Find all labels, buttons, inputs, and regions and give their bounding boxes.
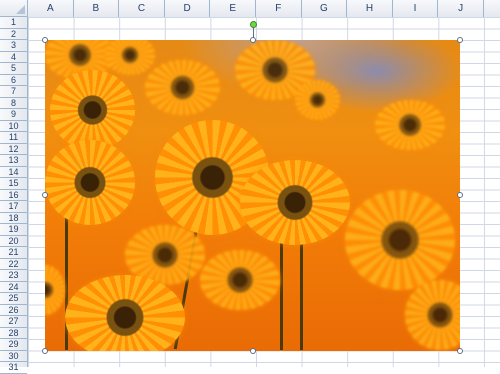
rotate-handle[interactable] xyxy=(250,21,257,28)
column-header-a[interactable]: A xyxy=(28,0,74,17)
row-header-25[interactable]: 25 xyxy=(0,293,27,305)
row-header-12[interactable]: 12 xyxy=(0,144,27,155)
column-header-d[interactable]: D xyxy=(165,0,211,17)
row-header-24[interactable]: 24 xyxy=(0,282,27,293)
resize-handle-top[interactable] xyxy=(250,37,256,43)
row-header-9[interactable]: 9 xyxy=(0,109,27,121)
row-header-15[interactable]: 15 xyxy=(0,178,27,190)
flower-icon xyxy=(145,60,220,115)
row-header-14[interactable]: 14 xyxy=(0,167,27,178)
flower-icon xyxy=(240,160,350,245)
inserted-picture[interactable] xyxy=(45,40,460,351)
row-header-20[interactable]: 20 xyxy=(0,236,27,247)
row-header-5[interactable]: 5 xyxy=(0,63,27,75)
select-all-corner[interactable] xyxy=(0,0,28,17)
flower-icon xyxy=(405,280,460,350)
column-header-f[interactable]: F xyxy=(256,0,302,17)
spreadsheet[interactable]: ABCDEFGHIJ 1 2 3 4 5 6 7 8 9 10 11 12 13 14 15 16 17 18 19… xyxy=(0,0,500,374)
row-header-27[interactable]: 27 xyxy=(0,316,27,328)
flower-icon xyxy=(50,70,135,150)
row-header-19[interactable]: 19 xyxy=(0,224,27,236)
row-header-7[interactable]: 7 xyxy=(0,86,27,98)
resize-handle-bottom[interactable] xyxy=(250,348,256,354)
column-header-b[interactable]: B xyxy=(74,0,120,17)
flower-icon xyxy=(105,40,155,75)
resize-handle-top-left[interactable] xyxy=(42,37,48,43)
flower-icon xyxy=(375,100,445,150)
column-header-e[interactable]: E xyxy=(210,0,256,17)
row-header-3[interactable]: 3 xyxy=(0,40,27,52)
row-header-13[interactable]: 13 xyxy=(0,155,27,167)
row-header-26[interactable]: 26 xyxy=(0,305,27,316)
row-header-11[interactable]: 11 xyxy=(0,132,27,144)
column-header-c[interactable]: C xyxy=(119,0,165,17)
flower-icon xyxy=(200,250,280,310)
flower-stem xyxy=(300,235,303,350)
row-header-6[interactable]: 6 xyxy=(0,75,27,86)
row-header-2[interactable]: 2 xyxy=(0,29,27,40)
row-header-30[interactable]: 30 xyxy=(0,351,27,362)
row-header-bar: 1 2 3 4 5 6 7 8 9 10 11 12 13 14 15 16 17 18 19 20 21 22 23 24 2… xyxy=(0,17,28,374)
flower-icon xyxy=(345,190,455,290)
flower-icon xyxy=(295,80,340,120)
row-header-23[interactable]: 23 xyxy=(0,270,27,282)
row-header-4[interactable]: 4 xyxy=(0,52,27,63)
row-header-31[interactable]: 31 xyxy=(0,362,27,374)
flower-icon xyxy=(65,275,185,351)
row-header-21[interactable]: 21 xyxy=(0,247,27,259)
resize-handle-bottom-right[interactable] xyxy=(457,348,463,354)
row-header-16[interactable]: 16 xyxy=(0,190,27,201)
resize-handle-bottom-left[interactable] xyxy=(42,348,48,354)
column-header-j[interactable]: J xyxy=(438,0,484,17)
flower-icon xyxy=(45,140,135,225)
flower-icon xyxy=(45,265,65,315)
row-header-29[interactable]: 29 xyxy=(0,339,27,351)
column-header-g[interactable]: G xyxy=(302,0,348,17)
row-header-1[interactable]: 1 xyxy=(0,17,27,29)
column-header-h[interactable]: H xyxy=(347,0,393,17)
column-header-bar: ABCDEFGHIJ xyxy=(28,0,500,18)
row-header-10[interactable]: 10 xyxy=(0,121,27,132)
row-header-18[interactable]: 18 xyxy=(0,213,27,224)
resize-handle-left[interactable] xyxy=(42,192,48,198)
row-header-8[interactable]: 8 xyxy=(0,98,27,109)
resize-handle-right[interactable] xyxy=(457,192,463,198)
row-header-17[interactable]: 17 xyxy=(0,201,27,213)
column-header-i[interactable]: I xyxy=(393,0,439,17)
row-header-28[interactable]: 28 xyxy=(0,328,27,339)
row-header-22[interactable]: 22 xyxy=(0,259,27,270)
resize-handle-top-right[interactable] xyxy=(457,37,463,43)
